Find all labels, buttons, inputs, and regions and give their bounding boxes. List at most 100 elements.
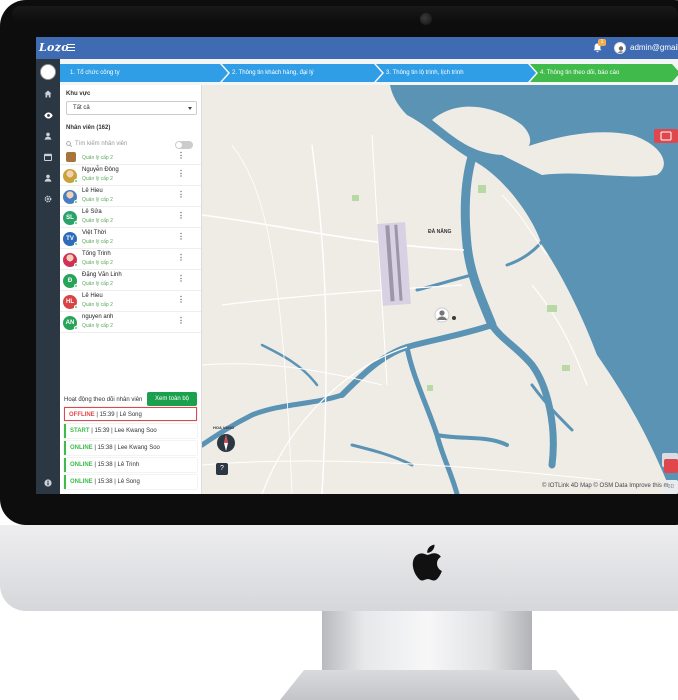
activity-status: ONLINE bbox=[70, 462, 93, 468]
kebab-icon[interactable]: ⋮ bbox=[177, 296, 185, 304]
employee-list: Nguyễn Đông Quản lý cấp 2 ⋮ Lê Hieu Quản lý … bbox=[60, 167, 201, 415]
user-icon[interactable] bbox=[36, 126, 60, 146]
kebab-icon[interactable]: ⋮ bbox=[177, 254, 185, 262]
list-item[interactable]: SL Lê Sửa Quản lý cấp 2 ⋮ bbox=[60, 207, 201, 228]
list-item[interactable]: Quản lý cấp 2 ⋮ bbox=[60, 151, 201, 165]
list-item[interactable]: Nguyễn Đông Quản lý cấp 2 ⋮ bbox=[60, 165, 201, 186]
map-control-button[interactable] bbox=[654, 129, 678, 143]
wizard-steps: 1. Tổ chức công ty 2. Thông tin khách hà… bbox=[60, 64, 678, 82]
step-1[interactable]: 1. Tổ chức công ty bbox=[60, 64, 228, 82]
kebab-icon[interactable]: ⋮ bbox=[177, 212, 185, 220]
sidebar bbox=[36, 59, 60, 494]
online-indicator bbox=[74, 179, 78, 183]
employee-role: Quản lý cấp 2 bbox=[82, 323, 113, 329]
kebab-icon[interactable]: ⋮ bbox=[177, 170, 185, 178]
kebab-icon[interactable]: ⋮ bbox=[177, 275, 185, 283]
region-label: Khu vực bbox=[66, 91, 91, 97]
employee-name: Đặng Văn Linh bbox=[82, 272, 122, 278]
menu-icon[interactable] bbox=[67, 44, 75, 51]
employee-name: nguyen anh bbox=[82, 314, 114, 320]
employee-name: Tống Trinh bbox=[82, 251, 111, 257]
employee-role: Quản lý cấp 2 bbox=[82, 302, 113, 308]
camera bbox=[420, 13, 432, 25]
list-item[interactable]: AN nguyen anh Quản lý cấp 2 ⋮ bbox=[60, 312, 201, 333]
city-label: ĐÀ NẴNG bbox=[428, 229, 452, 235]
screen: Lozo 1 admin@gmail.com bbox=[36, 37, 678, 494]
kebab-icon[interactable]: ⋮ bbox=[177, 191, 185, 199]
imac-mockup: Lozo 1 admin@gmail.com bbox=[0, 0, 678, 700]
top-navbar: Lozo 1 admin@gmail.com bbox=[36, 37, 678, 59]
employee-search-input[interactable]: Tìm kiếm nhân viên bbox=[66, 138, 178, 150]
avatar bbox=[66, 152, 76, 162]
sidebar-logo[interactable] bbox=[40, 64, 56, 80]
activity-item[interactable]: ONLINE | 15:38 | Lee Kwang Soo bbox=[64, 441, 197, 455]
employee-name: Việt Thời bbox=[82, 230, 107, 236]
map-view[interactable]: ĐÀ NẴNG 3D HOA VANG ? © IOTLink 4D Map ©… bbox=[202, 85, 678, 494]
employee-role: Quản lý cấp 2 bbox=[82, 281, 113, 287]
online-indicator bbox=[74, 326, 78, 330]
online-indicator bbox=[74, 242, 78, 246]
list-item[interactable]: HL Lê Hieu Quản lý cấp 2 ⋮ bbox=[60, 291, 201, 312]
activity-item[interactable]: START | 15:39 | Lee Kwang Soo bbox=[64, 424, 197, 438]
activity-time: 15:39 bbox=[94, 428, 110, 434]
list-item[interactable]: Lê Hieu Quản lý cấp 2 ⋮ bbox=[60, 186, 201, 207]
online-indicator bbox=[74, 263, 78, 267]
activity-item[interactable]: ONLINE | 15:38 | Lê Trinh bbox=[64, 458, 197, 472]
apple-logo bbox=[412, 544, 442, 581]
step-3-label: 3. Thông tin lộ trình, lịch trình bbox=[386, 70, 464, 76]
user-avatar[interactable] bbox=[614, 42, 626, 54]
region-select-value: Tất cả bbox=[73, 105, 90, 111]
activity-employee: Lê Trinh bbox=[117, 462, 140, 468]
kebab-icon[interactable]: ⋮ bbox=[177, 317, 185, 325]
employee-name: Lê Hieu bbox=[82, 188, 103, 194]
employee-role: Quản lý cấp 2 bbox=[82, 218, 113, 224]
gear-icon[interactable] bbox=[36, 189, 60, 209]
bezel-shine bbox=[12, 6, 678, 22]
user-group-icon[interactable] bbox=[36, 168, 60, 188]
step-1-label: 1. Tổ chức công ty bbox=[70, 70, 120, 76]
activity-status: OFFLINE bbox=[69, 412, 95, 418]
compass-control[interactable]: HOA VANG bbox=[213, 425, 237, 467]
map-alert-button[interactable] bbox=[664, 459, 678, 473]
activity-time: 15:38 bbox=[97, 479, 113, 485]
view-all-button[interactable]: Xem toàn bộ bbox=[147, 392, 197, 406]
step-4[interactable]: 4. Thông tin theo dõi, báo cáo bbox=[530, 64, 678, 82]
info-icon[interactable] bbox=[36, 473, 60, 493]
activity-status: ONLINE bbox=[70, 445, 93, 451]
list-item[interactable]: TV Việt Thời Quản lý cấp 2 ⋮ bbox=[60, 228, 201, 249]
employee-role: Quản lý cấp 2 bbox=[82, 197, 113, 203]
activity-time: 15:39 bbox=[99, 412, 115, 418]
home-icon[interactable] bbox=[36, 84, 60, 104]
employee-name: Lê Sửa bbox=[82, 209, 102, 215]
user-email[interactable]: admin@gmail.com bbox=[630, 43, 678, 52]
compass-label: HOA VANG bbox=[213, 425, 235, 430]
search-placeholder: Tìm kiếm nhân viên bbox=[75, 141, 128, 147]
brand-logo[interactable]: Lozo bbox=[39, 41, 69, 54]
map-canvas[interactable] bbox=[202, 85, 678, 494]
step-2[interactable]: 2. Thông tin khách hàng, đại lý bbox=[222, 64, 382, 82]
kebab-icon[interactable]: ⋮ bbox=[177, 152, 185, 160]
employee-role: Quản lý cấp 2 bbox=[82, 155, 113, 161]
step-3[interactable]: 3. Thông tin lộ trình, lịch trình bbox=[376, 64, 536, 82]
online-indicator bbox=[74, 284, 78, 288]
online-toggle[interactable] bbox=[175, 141, 193, 149]
online-indicator bbox=[74, 305, 78, 309]
activity-employee: Lê Song bbox=[117, 479, 140, 485]
activity-item[interactable]: OFFLINE | 15:39 | Lê Song bbox=[64, 407, 197, 421]
region-select[interactable]: Tất cả bbox=[66, 101, 197, 115]
employee-role: Quản lý cấp 2 bbox=[82, 176, 113, 182]
activity-time: 15:38 bbox=[97, 445, 113, 451]
list-item[interactable]: Tống Trinh Quản lý cấp 2 ⋮ bbox=[60, 249, 201, 270]
help-button[interactable]: ? bbox=[216, 463, 228, 475]
kebab-icon[interactable]: ⋮ bbox=[177, 233, 185, 241]
employee-name: Nguyễn Đông bbox=[82, 167, 119, 173]
activity-status: ONLINE bbox=[70, 479, 93, 485]
list-item[interactable]: Đ Đặng Văn Linh Quản lý cấp 2 ⋮ bbox=[60, 270, 201, 291]
activity-item[interactable]: ONLINE | 15:38 | Lê Song bbox=[64, 475, 197, 489]
employee-role: Quản lý cấp 2 bbox=[82, 239, 113, 245]
eye-icon[interactable] bbox=[36, 105, 60, 125]
map-attribution[interactable]: © IOTLink 4D Map © OSM Data Improve this… bbox=[542, 483, 669, 489]
calendar-icon[interactable] bbox=[36, 147, 60, 167]
employee-role: Quản lý cấp 2 bbox=[82, 260, 113, 266]
activity-employee: Lee Kwang Soo bbox=[114, 428, 157, 434]
